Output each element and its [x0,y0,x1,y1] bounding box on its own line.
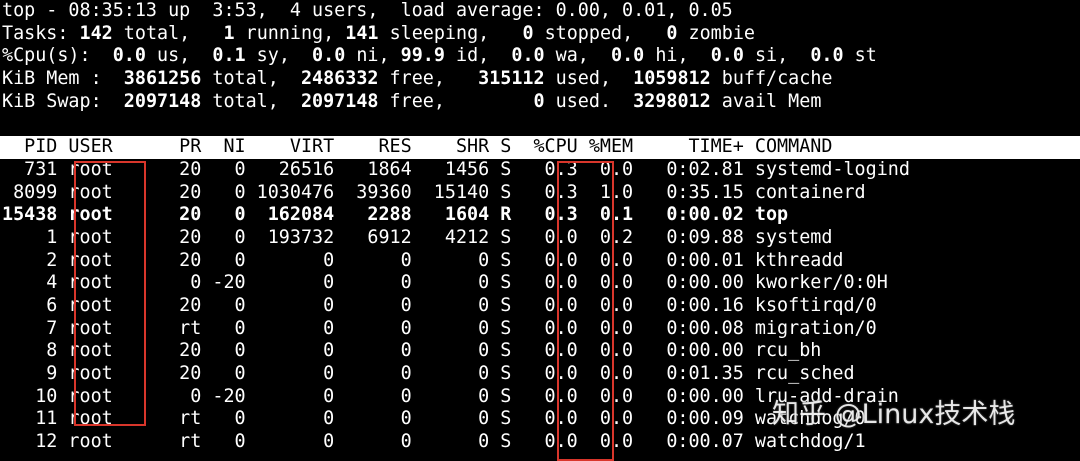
summary-segment: ni, [345,45,401,67]
summary-segment: buff/cache [710,68,833,90]
summary-segment: 0.0 [810,45,844,67]
summary-segment: sy, [245,45,313,67]
process-row: 6 root 20 0 0 0 0 S 0.0 0.0 0:00.16 ksof… [2,294,877,316]
process-row: 12 root rt 0 0 0 0 S 0.0 0.0 0:00.07 wat… [2,431,866,453]
cpu-line: %Cpu(s): 0.0 us, 0.1 sy, 0.0 ni, 99.9 id… [0,45,1080,68]
summary-segment: %Cpu(s): [2,45,113,67]
summary-segment: st [843,45,877,67]
summary-segment: used. [544,90,634,112]
process-row: 7 root rt 0 0 0 0 S 0.0 0.0 0:00.08 migr… [2,317,877,339]
summary-segment: 0.0 [312,45,346,67]
summary-segment: free, [378,68,479,90]
summary-segment: wa, [544,45,612,67]
summary-segment: 0 [666,22,678,44]
mem-line: KiB Mem : 3861256 total, 2486332 free, 3… [0,68,1080,91]
summary-segment: top - 08:35:13 up 3:53, 4 users, load av… [2,0,733,21]
summary-segment: KiB Mem : [2,68,124,90]
summary-segment: 99.9 [400,45,445,67]
summary-segment: 0.0 [710,45,744,67]
summary-segment: Tasks: [2,22,80,44]
process-row: 9 root 20 0 0 0 0 S 0.0 0.0 0:01.35 rcu_… [2,363,855,384]
process-row: 8099 root 20 0 1030476 39360 15140 S 0.3… [2,181,866,203]
summary-segment: si, [743,45,811,67]
summary-segment: 0.0 [511,45,545,67]
process-row: 1 root 20 0 193732 6912 4212 S 0.0 0.2 0… [2,226,833,248]
summary-segment: 0 [533,90,545,112]
summary-segment: sleeping, [378,22,523,44]
summary-segment: total, [112,22,224,44]
summary-segment: used, [544,68,634,90]
summary-segment: 1 [223,22,235,44]
summary-segment: stopped, [533,22,667,44]
summary-segment: 0.1 [212,45,246,67]
summary-segment: 141 [345,22,379,44]
summary-segment: 0.0 [611,45,645,67]
process-row: 8 root 20 0 0 0 0 S 0.0 0.0 0:00.00 rcu_… [2,340,822,362]
process-row: 4 root 0 -20 0 0 0 S 0.0 0.0 0:00.00 kwo… [2,272,888,294]
uptime-line: top - 08:35:13 up 3:53, 4 users, load av… [0,0,1080,23]
summary-segment: 2097148 [123,90,202,112]
process-table-header: PID USER PR NI VIRT RES SHR S %CPU %MEM … [0,136,1080,159]
summary-segment: zombie [677,22,755,44]
summary-segment: 0 [522,22,534,44]
summary-segment: 2486332 [300,68,379,90]
summary-segment: total, [201,90,301,112]
summary-segment: 0.0 [112,45,146,67]
summary-segment: 2097148 [300,90,379,112]
process-row: 15438 root 20 0 162084 2288 1604 R 0.3 0… [2,204,789,226]
tasks-line: Tasks: 142 total, 1 running, 141 sleepin… [0,23,1080,46]
summary-segment: avail Mem [710,90,822,112]
summary-segment: 3861256 [123,68,202,90]
summary-segment: free, [378,90,534,112]
process-row: 2 root 20 0 0 0 0 S 0.0 0.0 0:00.01 kthr… [2,249,844,271]
summary-segment: 3298012 [633,90,711,112]
summary-segment: running, [234,22,346,44]
terminal-window[interactable]: top - 08:35:13 up 3:53, 4 users, load av… [0,0,1080,456]
summary-segment: total, [201,68,301,90]
watermark: 知乎 @Linux技术栈 [772,399,1016,430]
summary-segment: KiB Swap: [2,90,124,112]
swap-line: KiB Swap: 2097148 total, 2097148 free, 0… [0,91,1080,114]
process-row: 731 root 20 0 26516 1864 1456 S 0.3 0.0 … [2,158,910,180]
summary-segment: us, [145,45,213,67]
summary-segment: hi, [644,45,711,67]
summary-segment: 142 [79,22,113,44]
summary-segment: id, [444,45,512,67]
summary-segment: 315112 [478,68,545,90]
summary-segment: 1059812 [633,68,711,90]
